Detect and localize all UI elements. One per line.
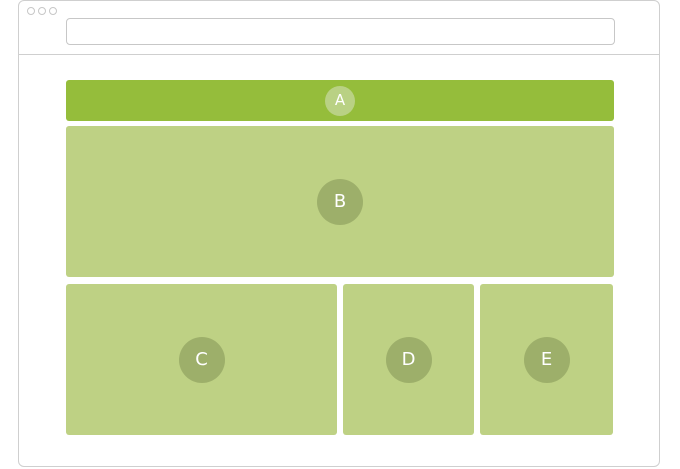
browser-chrome [19,1,659,55]
block-label-badge-e: E [523,336,570,383]
layout-block-d: D [343,284,474,435]
layout-block-b: B [66,126,614,277]
block-label-badge-d: D [385,336,432,383]
layout-block-c: C [66,284,337,435]
maximize-window-dot-icon[interactable] [49,7,57,15]
minimize-window-dot-icon[interactable] [38,7,46,15]
address-bar[interactable] [66,18,615,45]
close-window-dot-icon[interactable] [27,7,35,15]
layout-block-e: E [480,284,613,435]
block-label-badge-b: B [317,178,363,225]
block-label-badge-a: A [325,85,355,116]
block-label-badge-c: C [178,336,225,383]
layout-block-a: A [66,80,614,121]
window-controls [27,7,57,15]
